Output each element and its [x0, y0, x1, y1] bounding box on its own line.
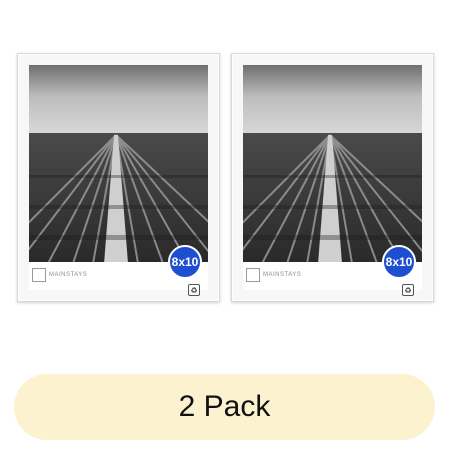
- picture-frame-left: MAINSTAYS 8x10 ♻: [17, 53, 220, 302]
- frame-insert: MAINSTAYS 8x10 ♻: [29, 65, 208, 296]
- vineyard-photo: [29, 65, 208, 262]
- brand-label: MAINSTAYS: [263, 272, 302, 278]
- pack-count-banner: 2 Pack: [14, 374, 435, 440]
- size-badge: 8x10: [382, 245, 416, 279]
- brand-square-icon: [32, 268, 46, 282]
- size-badge: 8x10: [168, 245, 202, 279]
- brand-logo: MAINSTAYS: [32, 268, 87, 282]
- brand-square-icon: [246, 268, 260, 282]
- picture-frame-right: MAINSTAYS 8x10 ♻: [231, 53, 434, 302]
- pack-count-label: 2 Pack: [178, 390, 271, 423]
- recycle-icon: ♻: [188, 284, 200, 296]
- brand-label: MAINSTAYS: [49, 272, 88, 278]
- brand-logo: MAINSTAYS: [246, 268, 301, 282]
- recycle-icon: ♻: [402, 284, 414, 296]
- vineyard-photo: [243, 65, 422, 262]
- frame-insert: MAINSTAYS 8x10 ♻: [243, 65, 422, 296]
